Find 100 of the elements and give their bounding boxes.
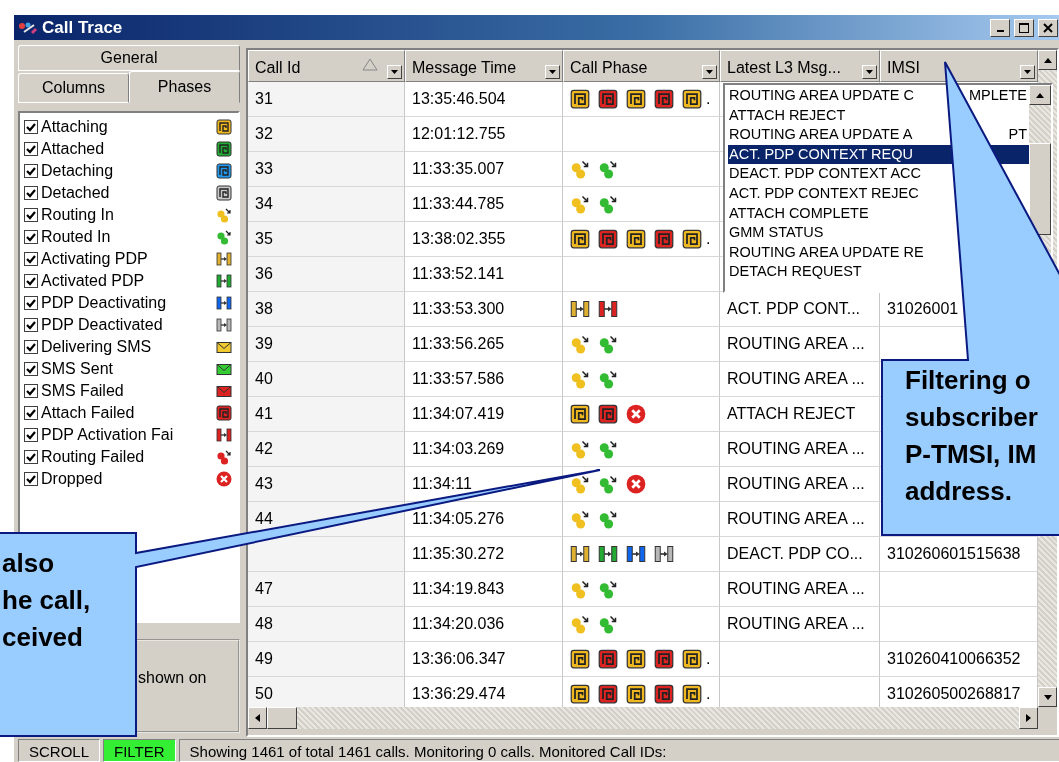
dropdown-item[interactable]: ATTACH REJECT <box>728 105 1029 126</box>
caret-icon <box>706 70 713 74</box>
table-cell: 11:34:20.036 <box>405 607 563 642</box>
callout-text: also he call, ceived <box>2 547 91 654</box>
checkbox[interactable] <box>24 230 38 244</box>
table-cell: 11:34:07.419 <box>405 397 563 432</box>
phase-label: Attach Failed <box>41 403 135 423</box>
table-cell: 11:33:35.007 <box>405 152 563 187</box>
close-icon <box>1043 22 1053 33</box>
table-cell: 13:35:46.504 <box>405 82 563 117</box>
phase-label: Activated PDP <box>41 271 145 291</box>
table-cell: 33 <box>248 152 405 187</box>
table-cell: 41 <box>248 397 405 432</box>
table-cell: 34 <box>248 187 405 222</box>
phase-label: SMS Failed <box>41 381 124 401</box>
checkbox[interactable] <box>24 164 38 178</box>
table-cell: 11:33:53.300 <box>405 292 563 327</box>
column-filter-button[interactable] <box>545 65 560 79</box>
truncation-dot: . <box>706 649 711 669</box>
checkbox[interactable] <box>24 252 38 266</box>
checkbox[interactable] <box>24 384 38 398</box>
checkbox[interactable] <box>24 428 38 442</box>
column-filter-button[interactable] <box>1020 65 1035 79</box>
scroll-left-button[interactable] <box>248 707 267 729</box>
left-arrow-icon <box>255 714 260 722</box>
phase-label: Routed In <box>41 227 111 247</box>
column-header[interactable]: Latest L3 Msg... <box>720 50 880 82</box>
checkbox[interactable] <box>24 450 38 464</box>
table-cell: 11:33:57.586 <box>405 362 563 397</box>
panel-tab[interactable]: Columns <box>18 73 129 103</box>
scroll-up-button[interactable] <box>1029 85 1051 105</box>
truncation-dot: . <box>706 229 711 249</box>
table-cell: 39 <box>248 327 405 362</box>
dropdown-item[interactable]: ROUTING AREA UPDATE A PT <box>728 125 1029 145</box>
table-cell: 32 <box>248 117 405 152</box>
checkbox[interactable] <box>24 318 38 332</box>
dropdown-item[interactable]: DEACT. PDP CONTEXT ACC <box>728 164 1029 184</box>
phase-label: PDP Activation Fai <box>41 425 174 445</box>
checkbox[interactable] <box>24 120 38 134</box>
scroll-down-button[interactable] <box>1038 687 1057 707</box>
table-cell: 38 <box>248 292 405 327</box>
minimize-button[interactable] <box>990 18 1010 37</box>
right-arrow-icon <box>1026 714 1031 722</box>
checkbox[interactable] <box>24 296 38 310</box>
callout-text: Filtering o subscriber P-TMSI, IM address. <box>905 364 1038 508</box>
checkbox[interactable] <box>24 472 38 486</box>
horizontal-scrollbar[interactable] <box>248 707 1057 729</box>
phase-label: SMS Sent <box>41 359 114 379</box>
column-header[interactable]: Message Time <box>405 50 563 82</box>
column-title: Call Phase <box>570 59 648 76</box>
table-cell: 11:35:30.272 <box>405 537 563 572</box>
maximize-button[interactable] <box>1014 18 1034 37</box>
table-cell: 50 <box>248 677 405 707</box>
panel-tab[interactable]: General <box>18 45 240 71</box>
column-title: Call Id <box>255 59 301 76</box>
phase-label: Routing In <box>41 205 114 225</box>
close-button[interactable] <box>1038 18 1058 37</box>
panel-tab[interactable]: Phases <box>129 71 240 103</box>
checkbox[interactable] <box>24 340 38 354</box>
phase-label: PDP Deactivating <box>41 293 167 313</box>
phase-label: Detached <box>41 183 110 203</box>
caret-icon <box>549 70 556 74</box>
table-cell: 13:38:02.355 <box>405 222 563 257</box>
checkbox[interactable] <box>24 186 38 200</box>
phase-label: Detaching <box>41 161 114 181</box>
phase-label: Dropped <box>41 469 103 489</box>
column-filter-button[interactable] <box>862 65 877 79</box>
scroll-right-button[interactable] <box>1019 707 1038 729</box>
table-cell: 48 <box>248 607 405 642</box>
column-filter-button[interactable] <box>387 65 402 79</box>
column-filter-button[interactable] <box>702 65 717 79</box>
checkbox[interactable] <box>24 142 38 156</box>
scroll-thumb[interactable] <box>1029 143 1051 235</box>
table-cell: 11:34:19.843 <box>405 572 563 607</box>
table-cell: ATTACH REJECT <box>720 397 880 432</box>
table-cell: 47 <box>248 572 405 607</box>
caret-icon <box>391 70 398 74</box>
table-cell: ROUTING AREA ... <box>720 362 880 397</box>
table-cell: ROUTING AREA ... <box>720 467 880 502</box>
table-cell: 11:34:03.269 <box>405 432 563 467</box>
column-title: Latest L3 Msg... <box>727 59 841 76</box>
checkbox[interactable] <box>24 406 38 420</box>
checkbox[interactable] <box>24 274 38 288</box>
phase-label: Routing Failed <box>41 447 145 467</box>
dropdown-item[interactable]: ROUTING AREA UPDATE C MPLETE <box>728 86 1029 106</box>
column-header[interactable]: Call Phase <box>563 50 720 82</box>
checkbox[interactable] <box>24 208 38 222</box>
column-header[interactable]: Call Id <box>248 50 405 82</box>
table-cell: ROUTING AREA ... <box>720 502 880 537</box>
checkbox[interactable] <box>24 362 38 376</box>
dropdown-item[interactable]: ACT. PDP CONTEXT REJEC <box>728 183 1029 204</box>
table-cell: 11:33:44.785 <box>405 187 563 222</box>
column-header[interactable]: IMSI <box>880 50 1038 82</box>
caret-icon <box>1024 70 1031 74</box>
table-cell: 43 <box>248 467 405 502</box>
column-title: IMSI <box>887 59 920 76</box>
maximize-icon <box>1019 22 1029 33</box>
minimize-icon <box>996 30 1004 32</box>
scroll-up-button[interactable] <box>1038 50 1057 70</box>
scroll-thumb[interactable] <box>267 707 297 729</box>
